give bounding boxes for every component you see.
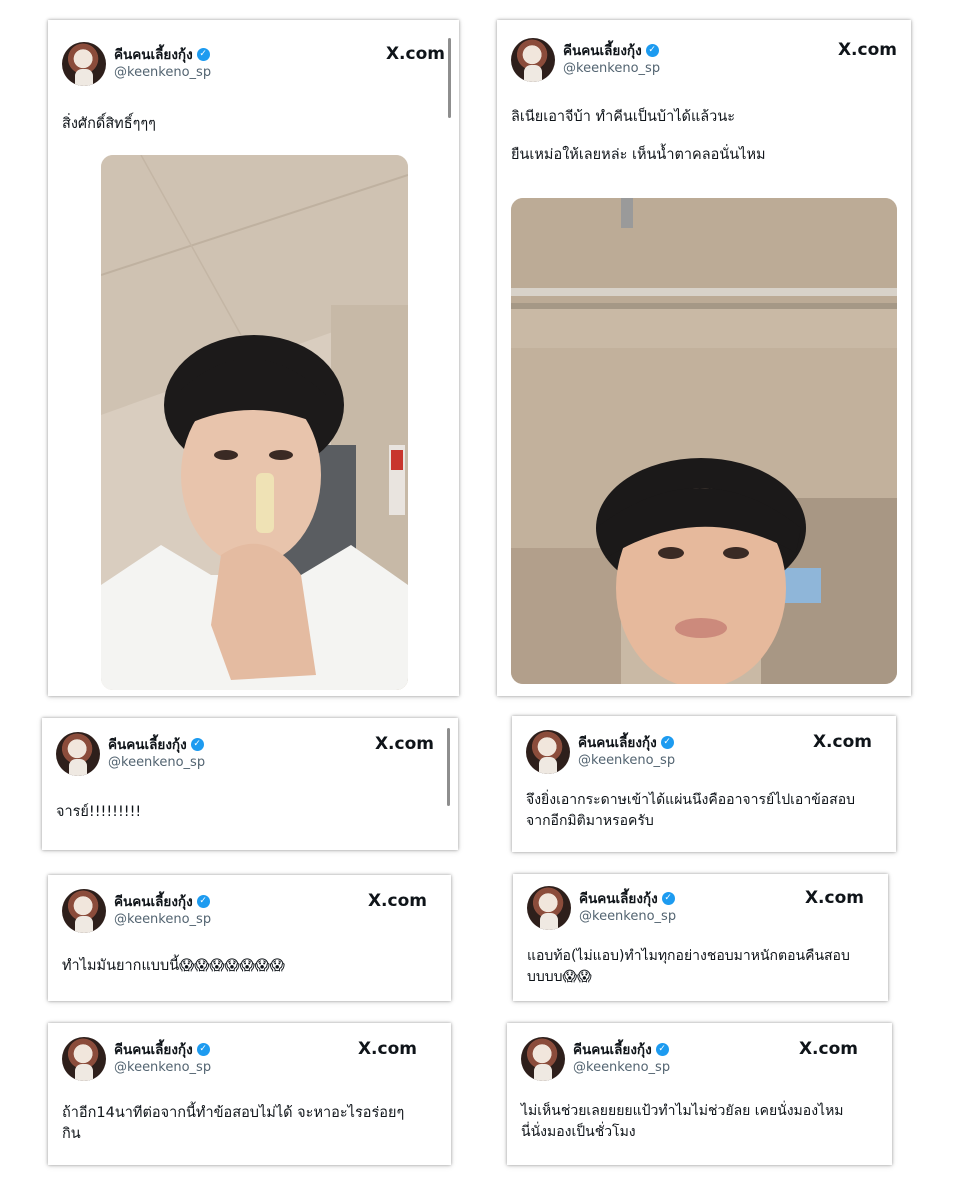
x-logo[interactable]: X.com: [838, 40, 897, 60]
scrollbar[interactable]: [448, 38, 451, 118]
tweet-text-line: ถ้าอีก14นาทีต่อจากนี้ทำข้อสอบไม่ได้ จะหา…: [62, 1105, 405, 1121]
display-name[interactable]: คีนคนเลี้ยงกุ้ง: [578, 731, 657, 753]
user-handle[interactable]: @keenkeno_sp: [578, 753, 675, 768]
tweet-card-3: คีนคนเลี้ยงกุ้ง ✓ @keenkeno_sp X.com จารย…: [42, 718, 458, 850]
tweet-card-4: คีนคนเลี้ยงกุ้ง ✓ @keenkeno_sp X.com จึงย…: [512, 716, 896, 852]
display-name[interactable]: คีนคนเลี้ยงกุ้ง: [573, 1038, 652, 1060]
tweet-text-line: จึงยิ่งเอากระดาษเข้าได้แผ่นนึงคืออาจารย์…: [526, 792, 856, 808]
verified-badge-icon: ✓: [661, 891, 675, 905]
tweet-text-line: นี่นั่งมองเป็นชั่วโมง: [521, 1124, 636, 1140]
verified-badge-icon: ✓: [196, 894, 210, 908]
tweet-text: จารย์!!!!!!!!!: [56, 802, 444, 823]
tweet-card-8: คีนคนเลี้ยงกุ้ง ✓ @keenkeno_sp X.com ไม่เ…: [507, 1023, 892, 1165]
tweet-text: ถ้าอีก14นาทีต่อจากนี้ทำข้อสอบไม่ได้ จะหา…: [62, 1103, 437, 1145]
selfie-photo-image: [101, 155, 408, 690]
tweet-text-line: จากอีกมิติมาหรอครับ: [526, 813, 654, 829]
verified-badge-icon: ✓: [645, 43, 659, 57]
user-handle[interactable]: @keenkeno_sp: [573, 1060, 670, 1075]
tweet-text: จึงยิ่งเอากระดาษเข้าได้แผ่นนึงคืออาจารย์…: [526, 790, 882, 832]
display-name[interactable]: คีนคนเลี้ยงกุ้ง: [114, 1038, 193, 1060]
x-logo[interactable]: X.com: [813, 732, 872, 752]
user-handle[interactable]: @keenkeno_sp: [114, 912, 211, 927]
user-handle[interactable]: @keenkeno_sp: [579, 909, 676, 924]
tweet-text-line: ไม่เห็นช่วยเลยยยยแป้วทำไมไม่ช่วยัลย เคยน…: [521, 1103, 844, 1119]
tweet-header: คีนคนเลี้ยงกุ้ง ✓ @keenkeno_sp X.com: [62, 1037, 437, 1085]
x-logo[interactable]: X.com: [799, 1039, 858, 1059]
avatar[interactable]: [527, 886, 571, 930]
verified-badge-icon: ✓: [660, 735, 674, 749]
user-handle[interactable]: @keenkeno_sp: [114, 1060, 211, 1075]
tweet-text-line: จารย์!!!!!!!!!: [56, 804, 142, 820]
display-name[interactable]: คีนคนเลี้ยงกุ้ง: [108, 733, 187, 755]
tweet-text-line: ยืนเหม่อให้เลยหล่ะ เห็นน้ำตาคลอนั่นไหม: [511, 147, 766, 163]
tweet-header: คีนคนเลี้ยงกุ้ง ✓ @keenkeno_sp X.com: [511, 38, 897, 86]
tweet-card-5: คีนคนเลี้ยงกุ้ง ✓ @keenkeno_sp X.com ทำไม…: [48, 875, 451, 1001]
display-name[interactable]: คีนคนเลี้ยงกุ้ง: [114, 43, 193, 65]
tweet-text-line: สิ่งศักดิ์สิทธิ์ๆๆๆ: [62, 116, 156, 132]
verified-badge-icon: ✓: [196, 47, 210, 61]
tweet-text: แอบท้อ(ไม่แอบ)ทำไมทุกอย่างชอบมาหนักตอนคื…: [527, 946, 874, 988]
avatar[interactable]: [62, 889, 106, 933]
tweet-card-2: คีนคนเลี้ยงกุ้ง ✓ @keenkeno_sp X.com ลิเน…: [497, 20, 911, 696]
avatar[interactable]: [521, 1037, 565, 1081]
tweet-header: คีนคนเลี้ยงกุ้ง ✓ @keenkeno_sp X.com: [521, 1037, 878, 1085]
display-name[interactable]: คีนคนเลี้ยงกุ้ง: [579, 887, 658, 909]
tweet-photo[interactable]: [101, 155, 408, 690]
tweet-text-line: บบบบ😱😱: [527, 969, 592, 985]
tweet-header: คีนคนเลี้ยงกุ้ง ✓ @keenkeno_sp X.com: [62, 42, 445, 90]
scrollbar[interactable]: [447, 728, 450, 806]
tweet-header: คีนคนเลี้ยงกุ้ง ✓ @keenkeno_sp X.com: [527, 886, 874, 934]
tweet-header: คีนคนเลี้ยงกุ้ง ✓ @keenkeno_sp X.com: [526, 730, 882, 778]
x-logo[interactable]: X.com: [358, 1039, 417, 1059]
avatar[interactable]: [62, 1037, 106, 1081]
x-logo[interactable]: X.com: [386, 44, 445, 64]
tweet-text-line: แอบท้อ(ไม่แอบ)ทำไมทุกอย่างชอบมาหนักตอนคื…: [527, 948, 850, 964]
verified-badge-icon: ✓: [196, 1042, 210, 1056]
user-handle[interactable]: @keenkeno_sp: [563, 61, 660, 76]
user-handle[interactable]: @keenkeno_sp: [108, 755, 205, 770]
tweet-text: สิ่งศักดิ์สิทธิ์ๆๆๆ: [62, 114, 445, 135]
tweet-photo[interactable]: [511, 198, 897, 684]
tweet-text-line: กิน: [62, 1126, 81, 1142]
display-name[interactable]: คีนคนเลี้ยงกุ้ง: [563, 39, 642, 61]
x-logo[interactable]: X.com: [368, 891, 427, 911]
tweet-text: ไม่เห็นช่วยเลยยยยแป้วทำไมไม่ช่วยัลย เคยน…: [521, 1101, 878, 1143]
x-logo[interactable]: X.com: [375, 734, 434, 754]
verified-badge-icon: ✓: [655, 1042, 669, 1056]
tweet-text: ทำไมมันยากแบบนี้😱😱😱😱😱😱😱: [62, 956, 437, 977]
x-logo[interactable]: X.com: [805, 888, 864, 908]
tweet-card-6: คีนคนเลี้ยงกุ้ง ✓ @keenkeno_sp X.com แอบท…: [513, 874, 888, 1001]
avatar[interactable]: [526, 730, 570, 774]
verified-badge-icon: ✓: [190, 737, 204, 751]
avatar[interactable]: [62, 42, 106, 86]
tweet-card-1: คีนคนเลี้ยงกุ้ง ✓ @keenkeno_sp X.com สิ่ง…: [48, 20, 459, 696]
tweet-text-line: ทำไมมันยากแบบนี้😱😱😱😱😱😱😱: [62, 958, 285, 974]
avatar[interactable]: [56, 732, 100, 776]
tweet-header: คีนคนเลี้ยงกุ้ง ✓ @keenkeno_sp X.com: [62, 889, 437, 937]
user-handle[interactable]: @keenkeno_sp: [114, 65, 211, 80]
display-name[interactable]: คีนคนเลี้ยงกุ้ง: [114, 890, 193, 912]
selfie-photo-image: [511, 198, 897, 684]
tweet-header: คีนคนเลี้ยงกุ้ง ✓ @keenkeno_sp X.com: [56, 732, 444, 780]
tweet-card-7: คีนคนเลี้ยงกุ้ง ✓ @keenkeno_sp X.com ถ้าอ…: [48, 1023, 451, 1165]
tweet-text-line: ลิเนียเอาจีบ้า ทำคีนเป็นบ้าได้แล้วนะ: [511, 109, 736, 125]
avatar[interactable]: [511, 38, 555, 82]
tweet-text: ลิเนียเอาจีบ้า ทำคีนเป็นบ้าได้แล้วนะ ยืน…: [511, 107, 897, 166]
